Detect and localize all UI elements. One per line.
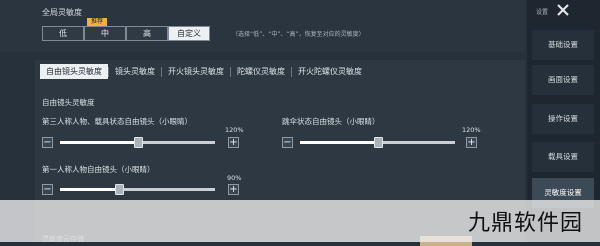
close-icon[interactable] <box>556 3 570 17</box>
slider-minus-button[interactable]: − <box>42 137 53 148</box>
global-sensitivity-title: 全局灵敏度 <box>42 8 82 17</box>
sidebar-item-graphics[interactable]: 画面设置 <box>532 65 594 95</box>
slider-thumb[interactable] <box>114 184 124 195</box>
tab-camera[interactable]: 镜头灵敏度 <box>109 64 161 79</box>
preset-mid-button[interactable]: 中 <box>84 26 126 41</box>
slider-plus-button[interactable]: + <box>228 184 239 195</box>
preset-low-button[interactable]: 低 <box>42 26 84 41</box>
slider-plus-button[interactable]: + <box>228 137 239 148</box>
tab-gyroscope[interactable]: 陀螺仪灵敏度 <box>231 64 291 79</box>
slider-fill <box>60 188 119 191</box>
slider-plus-button[interactable]: + <box>466 137 477 148</box>
slider-label: 跳伞状态自由镜头（小眼睛） <box>282 117 380 126</box>
slider-label: 第一人称人物自由镜头（小眼睛） <box>42 165 155 174</box>
slider-thumb[interactable] <box>133 137 143 148</box>
sidebar-item-basic[interactable]: 基础设置 <box>532 30 594 60</box>
sensitivity-preset-group: 低 中 高 自定义 <box>42 26 210 41</box>
tab-fire-camera[interactable]: 开火镜头灵敏度 <box>162 64 230 79</box>
recommend-badge: 推荐 <box>87 18 107 26</box>
sidebar-item-controls[interactable]: 操作设置 <box>532 104 594 134</box>
preset-custom-button[interactable]: 自定义 <box>168 26 210 41</box>
preset-hint: （选择“低”、“中”、“高”，恢复至对应的灵敏度） <box>232 31 365 38</box>
slider-minus-button[interactable]: − <box>42 184 53 195</box>
tab-free-look[interactable]: 自由镜头灵敏度 <box>40 64 108 79</box>
preset-high-button[interactable]: 高 <box>126 26 168 41</box>
watermark-logo: 九鼎软件园 <box>468 211 584 236</box>
slider-value: 120% <box>225 126 244 134</box>
slider-minus-button[interactable]: − <box>282 137 293 148</box>
slider-fill <box>300 141 378 144</box>
slider-value: 90% <box>227 174 242 182</box>
slider-label: 第三人称人物、载具状态自由镜头（小眼睛） <box>42 117 192 126</box>
slider-thumb[interactable] <box>373 137 383 148</box>
section-title: 自由镜头灵敏度 <box>42 98 95 107</box>
sidebar-item-vehicle[interactable]: 载具设置 <box>532 142 594 172</box>
tab-fire-gyroscope[interactable]: 开火陀螺仪灵敏度 <box>292 64 368 79</box>
slider-fill <box>60 141 138 144</box>
settings-label: 设置 <box>536 9 549 16</box>
slider-value: 120% <box>462 126 481 134</box>
sensitivity-tabs: 自由镜头灵敏度 镜头灵敏度 开火镜头灵敏度 陀螺仪灵敏度 开火陀螺仪灵敏度 <box>40 64 368 79</box>
